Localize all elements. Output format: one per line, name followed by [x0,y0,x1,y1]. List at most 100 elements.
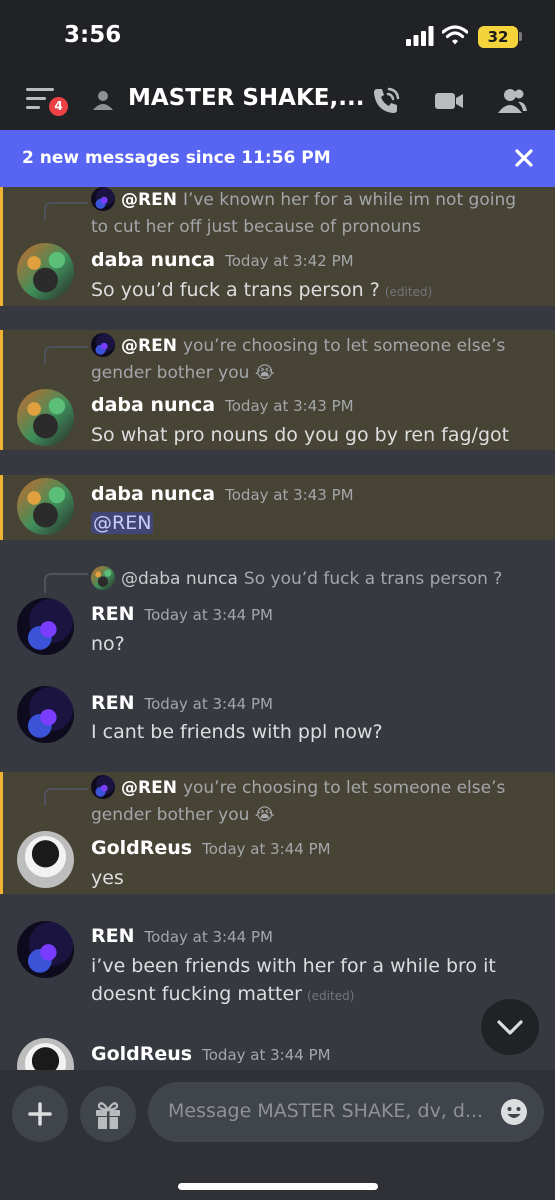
message-item[interactable]: daba nunca Today at 3:43 PM @REN [0,475,555,540]
author-name: REN [91,692,135,714]
message-author[interactable]: GoldReus Today at 3:44 PM [91,1043,331,1065]
plus-icon [28,1102,52,1126]
reply-author: @REN [121,778,177,798]
author-name: REN [91,603,135,625]
message-author[interactable]: REN Today at 3:44 PM [91,925,273,947]
message-timestamp: Today at 3:44 PM [202,840,331,858]
message-placeholder: Message MASTER SHAKE, dv, d... [168,1100,484,1122]
avatar[interactable] [17,1038,74,1070]
message-timestamp: Today at 3:44 PM [144,695,273,713]
message-text: So you’d fuck a trans person ? [91,279,380,301]
reply-preview[interactable]: @daba nunca So you’d fuck a trans person … [91,566,531,593]
author-name: daba nunca [91,483,216,505]
message-content: i’ve been friends with her for a while b… [91,952,531,1010]
chevron-down-icon [497,1020,523,1035]
avatar[interactable] [17,686,74,743]
reply-author: @daba nunca [121,569,238,589]
channel-header: 4 MASTER SHAKE,... [0,72,555,130]
avatar[interactable] [17,389,74,446]
home-indicator [178,1183,378,1190]
message-content: So what pro nouns do you go by ren fag/g… [91,421,531,449]
reply-avatar [91,775,115,799]
avatar[interactable] [17,478,74,535]
message-timestamp: Today at 3:43 PM [225,486,354,504]
voice-call-icon[interactable] [370,85,402,117]
message-author[interactable]: REN Today at 3:44 PM [91,603,273,625]
message-text: So what pro nouns do you go by ren fag/g… [91,424,510,446]
message-timestamp: Today at 3:44 PM [144,928,273,946]
message-item[interactable]: REN Today at 3:44 PM I cant be friends wi… [0,682,555,752]
message-item[interactable]: @REN you’re choosing to let someone else’… [0,772,555,894]
reply-connector [44,573,88,593]
gift-icon [96,1102,120,1129]
reply-connector [44,202,88,220]
message-item[interactable]: @REN I’ve known her for a while im not go… [0,187,555,306]
dm-person-icon [93,91,113,110]
message-author[interactable]: daba nunca Today at 3:42 PM [91,249,354,271]
edited-label: (edited) [306,989,355,1003]
message-content: no? [91,630,531,658]
message-timestamp: Today at 3:44 PM [202,1046,331,1064]
message-content: I cant be friends with ppl now? [91,718,531,746]
reply-preview[interactable]: @REN I’ve known her for a while im not go… [91,187,531,241]
message-text: I cant be friends with ppl now? [91,721,383,743]
members-icon[interactable] [496,85,528,117]
message-composer: Message MASTER SHAKE, dv, d... [0,1070,555,1200]
message-author[interactable]: daba nunca Today at 3:43 PM [91,394,354,416]
message-item[interactable]: @REN you’re choosing to let someone else’… [0,330,555,450]
attach-button[interactable] [12,1086,68,1142]
avatar[interactable] [17,598,74,655]
author-name: daba nunca [91,394,216,416]
message-input[interactable]: Message MASTER SHAKE, dv, d... [148,1082,544,1142]
author-name: GoldReus [91,837,193,859]
mention[interactable]: @REN [91,512,154,534]
battery-icon: 32 [478,26,518,48]
avatar[interactable] [17,921,74,978]
gift-button[interactable] [80,1086,136,1142]
message-author[interactable]: GoldReus Today at 3:44 PM [91,837,331,859]
scroll-to-bottom-button[interactable] [481,999,539,1055]
avatar[interactable] [17,831,74,888]
new-messages-banner[interactable]: 2 new messages since 11:56 PM [0,130,555,187]
message-content: @REN [91,509,531,537]
status-bar: 3:56 32 [0,0,555,72]
message-item[interactable]: GoldReus Today at 3:44 PM [0,1035,555,1070]
message-text: i’ve been friends with her for a while b… [91,955,496,1005]
reply-author: @REN [121,190,177,210]
message-content: So you’d fuck a trans person ? (edited) [91,276,531,306]
reply-connector [44,346,88,364]
message-text: yes [91,867,124,889]
message-timestamp: Today at 3:44 PM [144,606,273,624]
reply-text: So you’d fuck a trans person ? [243,569,503,589]
reply-preview[interactable]: @REN you’re choosing to let someone else’… [91,333,531,387]
reply-avatar [91,566,115,590]
message-content: yes [91,864,531,892]
author-name: REN [91,925,135,947]
message-item[interactable]: REN Today at 3:44 PM i’ve been friends wi… [0,917,555,1017]
message-author[interactable]: daba nunca Today at 3:43 PM [91,483,354,505]
battery-tip [519,32,522,41]
message-text: no? [91,633,125,655]
unread-badge: 4 [46,94,71,119]
avatar[interactable] [17,243,74,300]
author-name: daba nunca [91,249,216,271]
reply-preview[interactable]: @REN you’re choosing to let someone else’… [91,775,531,829]
author-name: GoldReus [91,1043,193,1065]
message-author[interactable]: REN Today at 3:44 PM [91,692,273,714]
reply-connector [44,788,88,806]
reply-author: @REN [121,336,177,356]
emoji-icon[interactable] [500,1098,528,1126]
message-list[interactable]: @REN I’ve known her for a while im not go… [0,187,555,1070]
wifi-icon [442,25,468,45]
channel-title[interactable]: MASTER SHAKE,... [128,85,364,111]
signal-icon [406,26,434,46]
status-time: 3:56 [64,22,122,48]
reply-avatar [91,187,115,211]
new-messages-text: 2 new messages since 11:56 PM [22,148,331,168]
message-timestamp: Today at 3:43 PM [225,397,354,415]
video-call-icon[interactable] [433,85,465,117]
edited-label: (edited) [384,285,433,299]
message-item[interactable]: @daba nunca So you’d fuck a trans person … [0,560,555,660]
close-icon[interactable] [512,146,536,170]
message-timestamp: Today at 3:42 PM [225,252,354,270]
